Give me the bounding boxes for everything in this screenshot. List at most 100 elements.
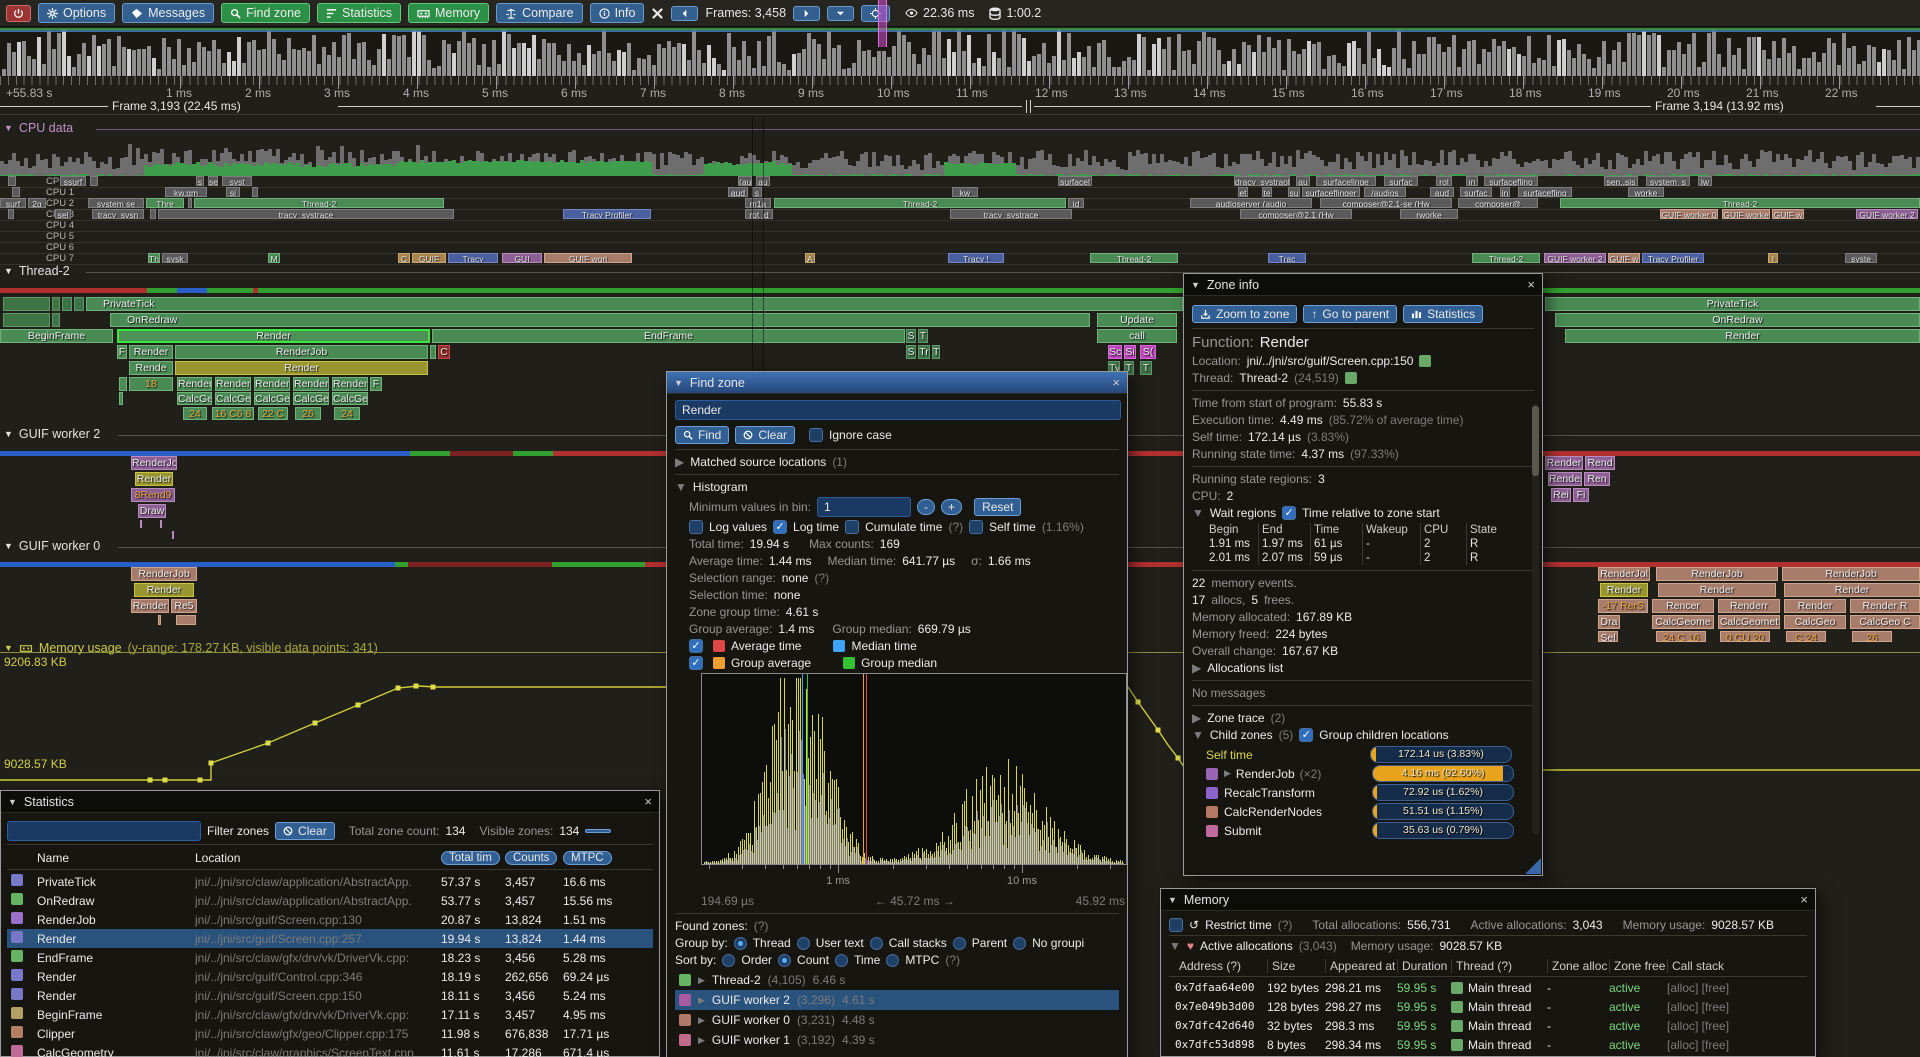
cpu-zone-bar[interactable]: rworke: [1400, 209, 1458, 219]
help-hint[interactable]: (?): [948, 520, 963, 534]
cpu-zone-bar[interactable]: rol: [1436, 176, 1452, 186]
cpu-zone-bar[interactable]: te: [1262, 187, 1272, 197]
wait-column-header[interactable]: CPU: [1420, 523, 1466, 537]
call-stack-links[interactable]: [alloc] [free]: [1667, 1019, 1777, 1033]
info-button[interactable]: Info: [590, 3, 645, 23]
sort-by-radio[interactable]: [722, 954, 735, 967]
cpu-zone-bar[interactable]: in: [1500, 187, 1510, 197]
zone-bar[interactable]: -17 RerS: [1598, 599, 1648, 613]
memory-column-header[interactable]: Call stack: [1667, 959, 1777, 973]
cpu-zone-bar[interactable]: surfaceflinger: [1302, 187, 1360, 197]
child-zone-row[interactable]: Self time172.14 us (3.83%): [1206, 745, 1534, 764]
zone-bar[interactable]: [395, 562, 408, 567]
cpu-zone-bar[interactable]: sel: [55, 209, 71, 219]
zone-bar[interactable]: [158, 615, 161, 625]
zone-bar[interactable]: Rei: [1551, 488, 1571, 502]
zone-bar[interactable]: [3, 313, 50, 327]
cpu-zone-bar[interactable]: surfacelinge: [1316, 176, 1376, 186]
zone-bar[interactable]: Render: [1784, 599, 1846, 613]
zone-bar[interactable]: [160, 520, 162, 528]
column-mtpc[interactable]: MTPC: [563, 851, 612, 865]
cpu-zone-bar[interactable]: si: [226, 187, 240, 197]
histogram-plot[interactable]: [701, 673, 1127, 865]
zone-bar[interactable]: Render R: [1850, 599, 1920, 613]
cpu-zone-bar[interactable]: [90, 176, 98, 186]
zone-bar[interactable]: S: [906, 329, 916, 343]
cpu-zone-bar[interactable]: worke: [1628, 187, 1664, 197]
collapse-icon[interactable]: ▼: [8, 797, 17, 807]
zone-bar[interactable]: CalcGeo: [177, 392, 212, 405]
power-button[interactable]: [6, 5, 31, 22]
cpu-zone-bar[interactable]: tracy_systrace: [950, 209, 1072, 219]
zone-bar[interactable]: Render: [175, 361, 428, 375]
zone-bar[interactable]: S(: [1140, 345, 1156, 359]
zone-bar[interactable]: [552, 562, 645, 567]
restrict-time-checkbox[interactable]: [1169, 918, 1183, 932]
table-row[interactable]: CalcGeometryjni/../jni/src/claw/graphics…: [7, 1043, 653, 1057]
zone-bar[interactable]: CalcGeor: [254, 392, 290, 405]
bin-decrease-button[interactable]: -: [917, 499, 935, 515]
zone-bar[interactable]: T: [932, 345, 940, 359]
section-cpu-data[interactable]: ▼CPU data: [4, 121, 73, 135]
cpu-zone-bar[interactable]: M: [268, 253, 280, 263]
zone-bar[interactable]: Renderr: [1718, 599, 1780, 613]
cpu-zone-bar[interactable]: sen..sis: [1604, 176, 1638, 186]
cpu-zone-bar[interactable]: su: [1288, 187, 1300, 197]
sort-by-radio[interactable]: [778, 954, 791, 967]
call-stack-links[interactable]: [alloc] [free]: [1667, 1038, 1777, 1052]
zone-bar[interactable]: Render: [215, 377, 251, 391]
zone-bar[interactable]: CalcGe(: [332, 392, 368, 405]
expand-icon[interactable]: ▶: [1192, 711, 1201, 725]
memory-column-header[interactable]: Thread (?): [1451, 959, 1547, 973]
cpu-zone-bar[interactable]: system_s: [1646, 176, 1690, 186]
zone-bar[interactable]: Dra: [1598, 615, 1620, 629]
zone-bar[interactable]: Draw: [138, 504, 166, 518]
cpu-zone-bar[interactable]: [252, 187, 258, 197]
found-zone-row[interactable]: ▶GUIF worker 0(3,231)4.48 s: [675, 1010, 1119, 1030]
zone-bar[interactable]: Render: [134, 583, 194, 597]
cpu-row-label[interactable]: CPU 6: [46, 242, 74, 253]
zone-bar[interactable]: [140, 520, 142, 528]
cpu-zone-bar[interactable]: GUIF: [412, 253, 446, 263]
cpu-zone-bar[interactable]: GUIF worker 0: [1660, 209, 1718, 219]
memory-column-header[interactable]: Zone alloc: [1547, 959, 1609, 973]
cpu-row-label[interactable]: CPU 2: [46, 198, 74, 209]
collapse-icon[interactable]: ▼: [1192, 506, 1204, 520]
frame-band[interactable]: Frame 3,193 (22.45 ms)Frame 3,194 (13.92…: [0, 99, 1920, 114]
memory-column-header[interactable]: Address (?): [1175, 959, 1267, 973]
child-zone-row[interactable]: ▶RenderJob(×2)4.16 ms (92.60%): [1206, 764, 1534, 783]
zone-bar[interactable]: [74, 297, 84, 311]
zone-bar[interactable]: S: [906, 345, 916, 359]
memory-column-header[interactable]: Zone free: [1609, 959, 1667, 973]
cpu-zone-bar[interactable]: audioserver (audio: [1190, 198, 1312, 208]
zone-bar[interactable]: [147, 288, 177, 293]
expand-icon[interactable]: ▶: [698, 995, 705, 1006]
memory-column-header[interactable]: Duration: [1397, 959, 1451, 973]
found-zone-row[interactable]: ▶GUIF worker 1(3,192)4.39 s: [675, 1030, 1119, 1050]
zone-bar[interactable]: RenderJob: [175, 345, 428, 359]
min-bin-input[interactable]: 1: [817, 497, 911, 517]
cpu-zone-bar[interactable]: Tracy Profiler: [1642, 253, 1704, 263]
table-row[interactable]: Renderjni/../jni/src/guif/Screen.cpp:150…: [7, 986, 653, 1005]
sort-by-radio[interactable]: [835, 954, 848, 967]
column-counts[interactable]: Counts: [505, 851, 557, 865]
zone-bar[interactable]: 26: [1852, 631, 1892, 642]
section-guif-worker-0[interactable]: ▼GUIF worker 0: [4, 539, 100, 553]
cpu-zone-bar[interactable]: /audios: [1364, 187, 1406, 197]
cpu-zone-bar[interactable]: surfac: [1384, 176, 1418, 186]
cpu-zone-bar[interactable]: Thre: [146, 198, 184, 208]
zone-bar[interactable]: C 24: [1786, 631, 1826, 642]
section-guif-worker-2[interactable]: ▼GUIF worker 2: [4, 427, 100, 441]
group-children-checkbox[interactable]: [1299, 728, 1313, 742]
found-zone-row[interactable]: ▶Thread-2(4,105)6.46 s: [675, 970, 1119, 990]
zone-bar[interactable]: T: [918, 329, 928, 343]
cpu-zone-bar[interactable]: syst: [222, 176, 252, 186]
zone-bar[interactable]: 8Rend9: [131, 488, 175, 502]
sort-by-radio[interactable]: [886, 954, 899, 967]
cpu-row-label[interactable]: CPU 5: [46, 231, 74, 242]
statistics-button[interactable]: Statistics: [317, 3, 401, 23]
zone-bar[interactable]: 18: [129, 377, 173, 391]
zone-info-titlebar[interactable]: ▼ Zone info ×: [1184, 274, 1542, 296]
cpu-zone-bar[interactable]: s: [752, 187, 762, 197]
memory-column-header[interactable]: Appeared at: [1325, 959, 1397, 973]
